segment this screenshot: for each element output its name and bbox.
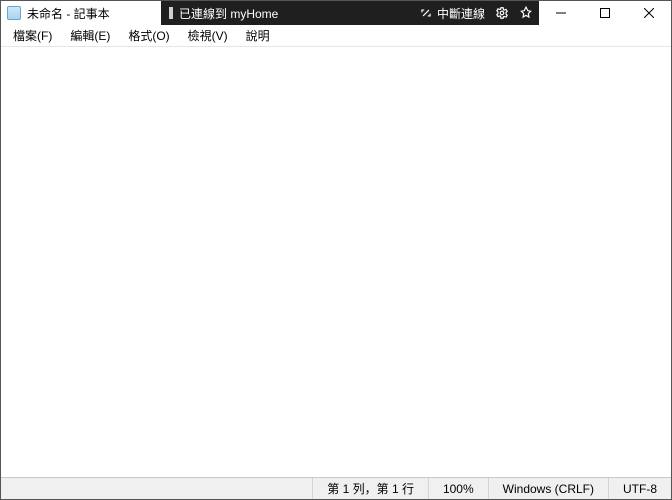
minimize-button[interactable] [539,1,583,25]
disconnect-button[interactable]: 中斷連線 [419,5,485,22]
close-icon [644,8,654,18]
notepad-icon [7,6,21,20]
disconnect-label: 中斷連線 [437,5,485,22]
menu-help[interactable]: 說明 [238,25,278,46]
menu-format[interactable]: 格式(O) [120,25,177,46]
window-controls [539,1,671,25]
settings-button[interactable] [495,6,509,20]
app-title: 未命名 - 記事本 [27,5,110,22]
menu-file[interactable]: 檔案(F) [5,25,60,46]
maximize-button[interactable] [583,1,627,25]
menu-bar: 檔案(F) 編輯(E) 格式(O) 檢視(V) 說明 [1,25,671,47]
menu-view[interactable]: 檢視(V) [180,25,236,46]
status-position: 第 1 列，第 1 行 [313,478,429,499]
close-button[interactable] [627,1,671,25]
remote-handle-icon [169,7,173,19]
text-editor[interactable] [1,47,671,477]
minimize-icon [556,8,566,18]
title-left: 未命名 - 記事本 [1,1,161,25]
pin-icon [519,6,533,20]
status-line-ending: Windows (CRLF) [489,478,609,499]
gear-icon [495,6,509,20]
remote-controls: 中斷連線 [413,1,539,25]
title-bar: 未命名 - 記事本 已連線到 myHome 中斷連線 [1,1,671,25]
pin-button[interactable] [519,6,533,20]
remote-status-text: 已連線到 myHome [179,5,278,22]
status-zoom: 100% [429,478,489,499]
maximize-icon [600,8,610,18]
plug-icon [419,6,433,20]
status-bar: 第 1 列，第 1 行 100% Windows (CRLF) UTF-8 [1,477,671,499]
editor-area [1,47,671,477]
status-spacer [1,478,313,499]
remote-bar: 已連線到 myHome [161,1,413,25]
status-encoding: UTF-8 [609,478,671,499]
menu-edit[interactable]: 編輯(E) [62,25,118,46]
